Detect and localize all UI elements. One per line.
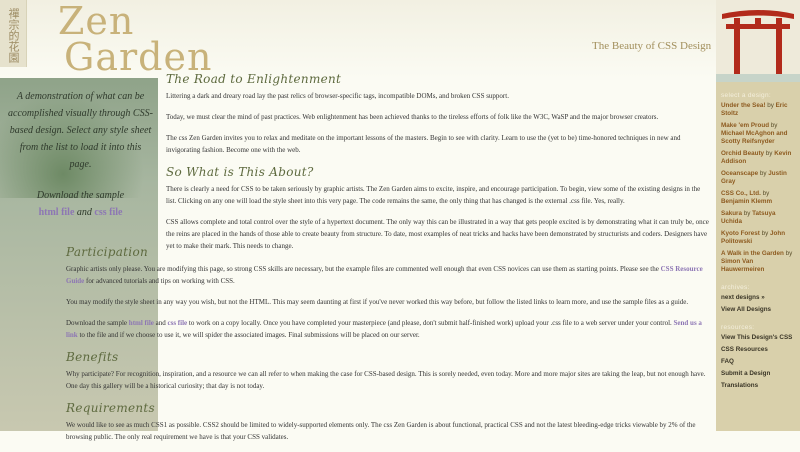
resource-item: View This Design's CSS [721,334,798,342]
road-p3: The css Zen Garden invites you to relax … [166,134,681,154]
design-item: Orchid Beauty by Kevin Addison [721,150,792,165]
author-link[interactable]: Simon Van Hauwermeiren [721,258,764,273]
faq-link[interactable]: FAQ [721,358,734,365]
archives-heading: archives: [721,284,750,291]
road-heading: The Road to Enlightenment [166,72,342,86]
torii-gate-icon [716,0,800,82]
html-file-link[interactable]: html file [39,207,75,218]
design-link[interactable]: Sakura [721,210,742,217]
participation-html-file-link[interactable]: html file [129,319,154,327]
sidebar: select a design: Under the Sea! by Eric … [716,0,800,431]
site-tagline: The Beauty of CSS Design [592,40,712,52]
resource-item: CSS Resources [721,346,798,354]
design-item: Kyoto Forest by John Politowski [721,230,786,245]
participation-p3: Download the sample html file and css fi… [66,319,702,339]
design-link[interactable]: Make 'em Proud [721,122,769,129]
design-item: Under the Sea! by Eric Stoltz [721,102,788,117]
download-line: Download the sample html file and css fi… [36,190,125,218]
author-link[interactable]: Michael McAghon and Scotty Reifsnyder [721,130,787,145]
benefits-heading: Benefits [66,350,119,364]
design-item: CSS Co., Ltd. by Benjamin Klemm [721,190,773,205]
submit-design-link[interactable]: Submit a Design [721,370,770,377]
resource-item: Translations [721,382,798,390]
main-content: The Road to Enlightenment Littering a da… [166,72,710,261]
sidebar-lists: select a design: Under the Sea! by Eric … [718,82,798,394]
seal-logo: 禪宗的花園 [0,0,27,67]
what-p1: There is clearly a need for CSS to be ta… [166,185,701,205]
archive-item: next designs » [721,294,798,302]
design-link[interactable]: Orchid Beauty [721,150,764,157]
translations-link[interactable]: Translations [721,382,758,389]
next-designs-link[interactable]: next designs » [721,294,765,301]
design-link[interactable]: Kyoto Forest [721,230,760,237]
design-link[interactable]: A Walk in the Garden [721,250,784,257]
design-item: Make 'em Proud by Michael McAghon and Sc… [721,122,788,145]
design-link[interactable]: Oceanscape [721,170,758,177]
design-link[interactable]: CSS Co., Ltd. [721,190,761,197]
archive-item: View All Designs [721,306,798,314]
requirements-p1: We would like to see as much CSS1 as pos… [66,421,696,441]
participation-p2: You may modify the style sheet in any wa… [66,298,689,306]
road-p2: Today, we must clear the mind of past pr… [166,113,659,121]
design-item: Oceanscape by Justin Gray [721,170,787,185]
benefits-p1: Why participate? For recognition, inspir… [66,370,706,390]
torii-gate-image [716,0,800,82]
design-item: Sakura by Tatsuya Uchida [721,210,776,225]
main-content-lower: Participation Graphic artists only pleas… [66,245,710,452]
intro-blurb: A demonstration of what can be accomplis… [8,88,153,221]
design-link[interactable]: Under the Sea! [721,102,765,109]
participation-css-file-link[interactable]: css file [167,319,187,327]
participation-heading: Participation [66,245,148,259]
resources-heading: resources: [721,324,755,331]
design-item: A Walk in the Garden by Simon Van Hauwer… [721,250,793,273]
what-heading: So What is This About? [166,165,314,179]
select-design-heading: select a design: [721,92,771,99]
view-css-link[interactable]: View This Design's CSS [721,334,792,341]
intro-text: A demonstration of what can be accomplis… [8,91,153,170]
page-header: 禪宗的花園 Zen Garden The Beauty of CSS Desig… [0,0,716,78]
css-resources-link[interactable]: CSS Resources [721,346,768,353]
road-p1: Littering a dark and dreary road lay the… [166,92,509,100]
resource-item: FAQ [721,358,798,366]
site-title-line2: Garden [64,35,213,79]
requirements-heading: Requirements [66,401,156,415]
resource-item: Submit a Design [721,370,798,378]
css-file-link[interactable]: css file [94,207,122,218]
view-all-designs-link[interactable]: View All Designs [721,306,771,313]
participation-p1: Graphic artists only please. You are mod… [66,265,703,285]
author-link[interactable]: Benjamin Klemm [721,198,772,205]
